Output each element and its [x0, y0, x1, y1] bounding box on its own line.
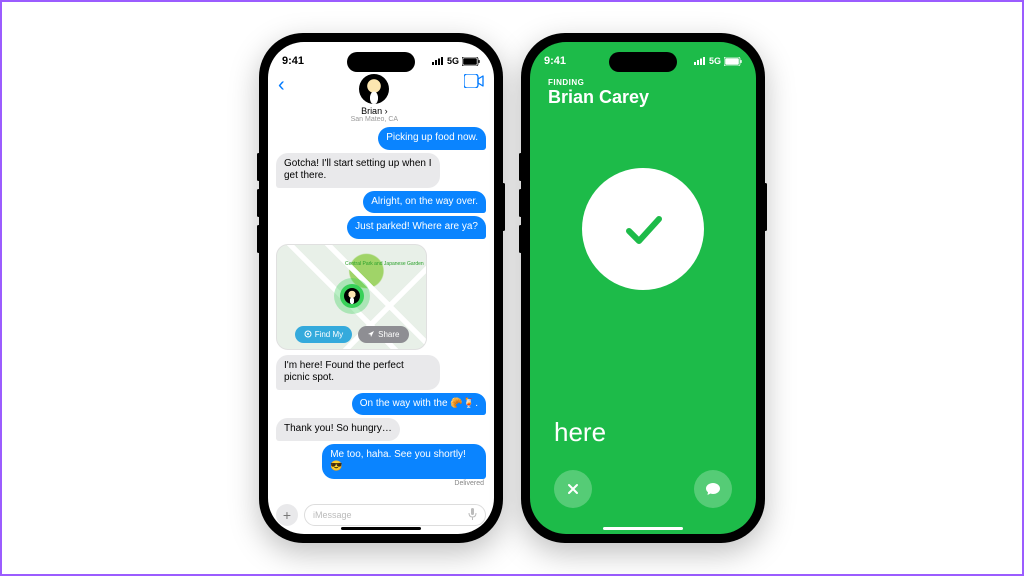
chat-bubble-icon	[705, 481, 721, 497]
message-sent[interactable]: Just parked! Where are ya?	[347, 216, 486, 239]
status-time: 9:41	[282, 55, 304, 67]
findmy-icon	[304, 330, 312, 338]
message-sent[interactable]: Picking up food now.	[378, 127, 486, 150]
checkmark-icon	[615, 201, 671, 257]
finding-person-name: Brian Carey	[530, 87, 756, 108]
input-placeholder: iMessage	[313, 510, 352, 520]
message-received[interactable]: Thank you! So hungry…	[276, 418, 400, 441]
contact-name: Brian ›	[351, 106, 398, 116]
status-time: 9:41	[544, 55, 566, 67]
back-button[interactable]: ‹	[278, 74, 285, 97]
message-sent[interactable]: Me too, haha. See you shortly! 😎	[322, 444, 486, 479]
share-button[interactable]: Share	[358, 326, 408, 343]
delivered-label: Delivered	[454, 480, 484, 487]
battery-icon	[724, 57, 742, 66]
status-right: 5G	[694, 56, 742, 66]
location-arrow-icon	[367, 330, 375, 338]
contact-avatar	[359, 74, 389, 104]
findmy-button[interactable]: Find My	[295, 326, 352, 343]
message-received[interactable]: I'm here! Found the perfect picnic spot.	[276, 355, 440, 390]
home-indicator[interactable]	[341, 527, 421, 530]
message-received[interactable]: Gotcha! I'll start setting up when I get…	[276, 153, 440, 188]
facetime-icon[interactable]	[464, 74, 484, 93]
network-label: 5G	[709, 56, 721, 66]
location-card[interactable]: Central Park and Japanese Garden Find My…	[276, 244, 427, 350]
message-sent[interactable]: Alright, on the way over.	[363, 191, 486, 214]
close-icon	[566, 482, 580, 496]
message-thread[interactable]: Picking up food now. Gotcha! I'll start …	[268, 127, 494, 487]
network-label: 5G	[447, 56, 459, 66]
mic-icon[interactable]	[468, 508, 477, 522]
dynamic-island	[609, 52, 677, 72]
signal-icon	[694, 57, 706, 65]
contact-block[interactable]: Brian › San Mateo, CA	[351, 74, 398, 123]
map-place-label: Central Park and Japanese Garden	[345, 261, 424, 267]
phone-imessage: 9:41 5G ‹ Brian › San Mateo, CA Picking …	[259, 33, 503, 543]
map-pin	[340, 284, 364, 308]
message-sent[interactable]: On the way with the 🥐🍹.	[352, 393, 486, 416]
screen-findmy: 9:41 5G FINDING Brian Carey here	[530, 42, 756, 534]
contact-sublabel: San Mateo, CA	[351, 116, 398, 123]
battery-icon	[462, 57, 480, 66]
input-bar: + iMessage	[276, 504, 486, 526]
status-right: 5G	[432, 56, 480, 66]
home-indicator[interactable]	[603, 527, 683, 530]
message-button[interactable]	[694, 470, 732, 508]
close-button[interactable]	[554, 470, 592, 508]
found-indicator	[582, 168, 704, 290]
plus-button[interactable]: +	[276, 504, 298, 526]
finding-label: FINDING	[530, 72, 756, 87]
dynamic-island	[347, 52, 415, 72]
bottom-actions	[530, 470, 756, 508]
screen-imessage: 9:41 5G ‹ Brian › San Mateo, CA Picking …	[268, 42, 494, 534]
message-header: ‹ Brian › San Mateo, CA	[268, 72, 494, 127]
signal-icon	[432, 57, 444, 65]
phone-findmy: 9:41 5G FINDING Brian Carey here	[521, 33, 765, 543]
message-input[interactable]: iMessage	[304, 504, 486, 526]
status-text: here	[554, 417, 606, 448]
